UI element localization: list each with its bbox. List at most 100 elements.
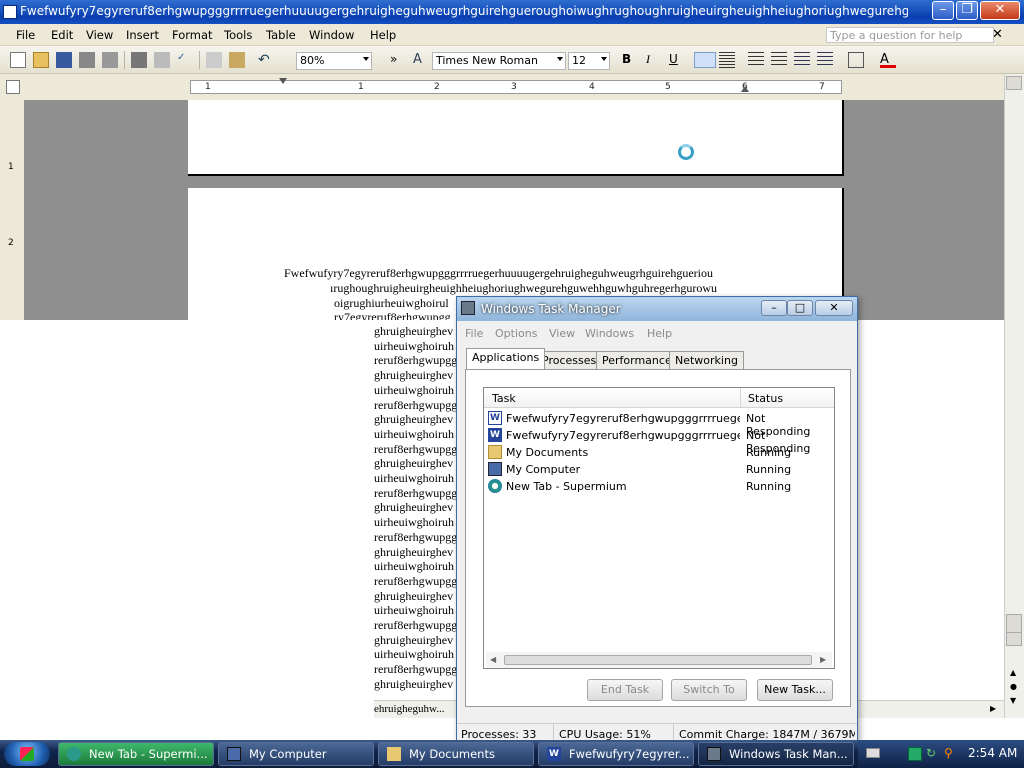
stale-text-line: reruf8erhgwupgg	[374, 529, 458, 544]
tab-processes[interactable]: Processes	[536, 351, 603, 369]
taskbar-item[interactable]: My Computer	[218, 742, 374, 766]
task-list[interactable]: Task Status W Fwefwufyry7egyreruf8erhgwu…	[483, 387, 835, 669]
right-indent-marker[interactable]	[741, 86, 749, 92]
scroll-left-icon[interactable]: ◀	[490, 655, 496, 664]
toolbar-overflow-icon[interactable]: »	[390, 52, 406, 68]
taskbar-item[interactable]: W Fwefwufyry7egyrer...	[538, 742, 694, 766]
col-task[interactable]: Task	[492, 392, 516, 405]
stale-text-line: ghruigheuirghev	[374, 632, 454, 647]
taskbar-item[interactable]: Windows Task Man...	[698, 742, 854, 766]
decrease-indent-icon[interactable]	[794, 52, 810, 68]
page-1[interactable]	[188, 100, 844, 176]
font-size-select[interactable]: 12	[568, 52, 610, 70]
clock[interactable]: 2:54 AM	[968, 746, 1017, 760]
numbering-icon[interactable]	[748, 52, 764, 68]
tab-stop-selector[interactable]	[6, 80, 20, 94]
tm-minimize-button[interactable]: –	[761, 300, 787, 316]
taskbar-item[interactable]: My Documents	[378, 742, 534, 766]
start-button[interactable]	[4, 742, 50, 766]
ask-question-input[interactable]: Type a question for help	[826, 27, 994, 43]
taskbar-item[interactable]: New Tab - Supermi...	[58, 742, 214, 766]
word-title-bar[interactable]: Fwefwufyry7egyreruf8erhgwupgggrrrruegerh…	[0, 0, 1024, 24]
increase-indent-icon[interactable]	[817, 52, 833, 68]
open-folder-icon[interactable]	[33, 52, 49, 68]
vertical-scrollbar[interactable]: ▲ ● ▼	[1004, 74, 1024, 718]
tab-networking[interactable]: Networking	[669, 351, 744, 369]
zoom-select[interactable]: 80%	[296, 52, 372, 70]
tm-menu-help[interactable]: Help	[647, 327, 672, 340]
new-task-button[interactable]: New Task...	[757, 679, 833, 701]
vertical-ruler[interactable]: 1 2	[0, 100, 24, 320]
column-divider[interactable]	[740, 388, 741, 408]
task-row[interactable]: My Computer Running	[486, 461, 832, 478]
doc-line: ırughoughruigheuirgheuighheiughoriughweg…	[330, 281, 718, 295]
tm-menu-windows[interactable]: Windows	[585, 327, 634, 340]
maximize-button[interactable]: ❐	[956, 1, 978, 20]
switch-to-button[interactable]: Switch To	[671, 679, 747, 701]
permission-icon[interactable]	[79, 52, 95, 68]
horizontal-ruler[interactable]: 1 1 2 3 4 5 6 7	[0, 74, 1024, 100]
menu-insert[interactable]: Insert	[126, 28, 159, 42]
scroll-down-icon[interactable]	[1006, 632, 1022, 646]
list-scroll-thumb[interactable]	[504, 655, 812, 665]
tm-menu-options[interactable]: Options	[495, 327, 537, 340]
tm-menu-view[interactable]: View	[549, 327, 575, 340]
bold-button[interactable]: B	[622, 52, 638, 68]
align-center-button[interactable]	[719, 52, 735, 68]
task-status: Running	[746, 446, 792, 459]
paste-icon[interactable]	[229, 52, 245, 68]
scroll-up-icon[interactable]	[1006, 76, 1022, 90]
tm-close-button[interactable]: ✕	[815, 300, 853, 316]
minimize-button[interactable]: –	[932, 1, 954, 20]
next-page-icon[interactable]: ▼	[1010, 696, 1016, 705]
scroll-right-icon[interactable]: ▶	[820, 655, 826, 664]
refresh-icon[interactable]: ↻	[926, 746, 936, 760]
col-status[interactable]: Status	[748, 392, 783, 405]
print-icon[interactable]	[131, 52, 147, 68]
font-select[interactable]: Times New Roman	[432, 52, 566, 70]
task-manager-window[interactable]: Windows Task Manager – □ ✕ File Options …	[456, 296, 858, 746]
new-doc-icon[interactable]	[10, 52, 26, 68]
bullets-icon[interactable]	[771, 52, 787, 68]
menu-file[interactable]: File	[16, 28, 35, 42]
menu-edit[interactable]: Edit	[51, 28, 73, 42]
menu-table[interactable]: Table	[266, 28, 296, 42]
styles-icon[interactable]: A	[413, 52, 429, 68]
menu-help[interactable]: Help	[370, 28, 396, 42]
network-icon[interactable]	[908, 747, 922, 761]
task-row[interactable]: New Tab - Supermium Running	[486, 478, 832, 495]
task-list-hscroll[interactable]: ◀ ▶	[486, 652, 832, 668]
tm-menu-file[interactable]: File	[465, 327, 483, 340]
tm-title-bar[interactable]: Windows Task Manager – □ ✕	[457, 297, 857, 321]
task-row[interactable]: W Fwefwufyry7egyreruf8erhgwupgggrrrruege…	[486, 427, 832, 455]
select-browse-icon[interactable]: ●	[1010, 682, 1017, 691]
print-preview-icon[interactable]	[102, 52, 118, 68]
align-left-button[interactable]	[694, 52, 716, 68]
font-color-icon[interactable]: A	[880, 52, 896, 68]
prev-page-icon[interactable]: ▲	[1010, 668, 1016, 677]
print-preview-2-icon[interactable]	[154, 52, 170, 68]
tab-performance[interactable]: Performance	[596, 351, 678, 369]
undo-icon[interactable]: ↶	[258, 52, 274, 68]
first-line-indent-marker[interactable]	[279, 78, 287, 84]
end-task-button[interactable]: End Task	[587, 679, 663, 701]
task-row[interactable]: W Fwefwufyry7egyreruf8erhgwupgggrrrruege…	[486, 410, 832, 438]
scroll-right-icon[interactable]: ▶	[990, 704, 996, 713]
tm-maximize-button[interactable]: □	[787, 300, 813, 316]
keyboard-icon[interactable]	[866, 748, 880, 758]
spelling-icon[interactable]: ✓	[177, 52, 193, 68]
menu-tools[interactable]: Tools	[224, 28, 252, 42]
tab-applications[interactable]: Applications	[466, 348, 546, 369]
italic-button[interactable]: I	[646, 52, 662, 68]
close-document-icon[interactable]: ✕	[992, 27, 1003, 42]
menu-window[interactable]: Window	[309, 28, 354, 42]
task-row[interactable]: My Documents Running	[486, 444, 832, 461]
menu-view[interactable]: View	[86, 28, 113, 42]
save-icon[interactable]	[56, 52, 72, 68]
menu-format[interactable]: Format	[172, 28, 213, 42]
cut-icon[interactable]	[206, 52, 222, 68]
underline-button[interactable]: U	[669, 52, 685, 68]
borders-icon[interactable]	[848, 52, 864, 68]
close-button[interactable]: ✕	[980, 1, 1020, 20]
search-icon[interactable]: ⚲	[944, 746, 953, 760]
